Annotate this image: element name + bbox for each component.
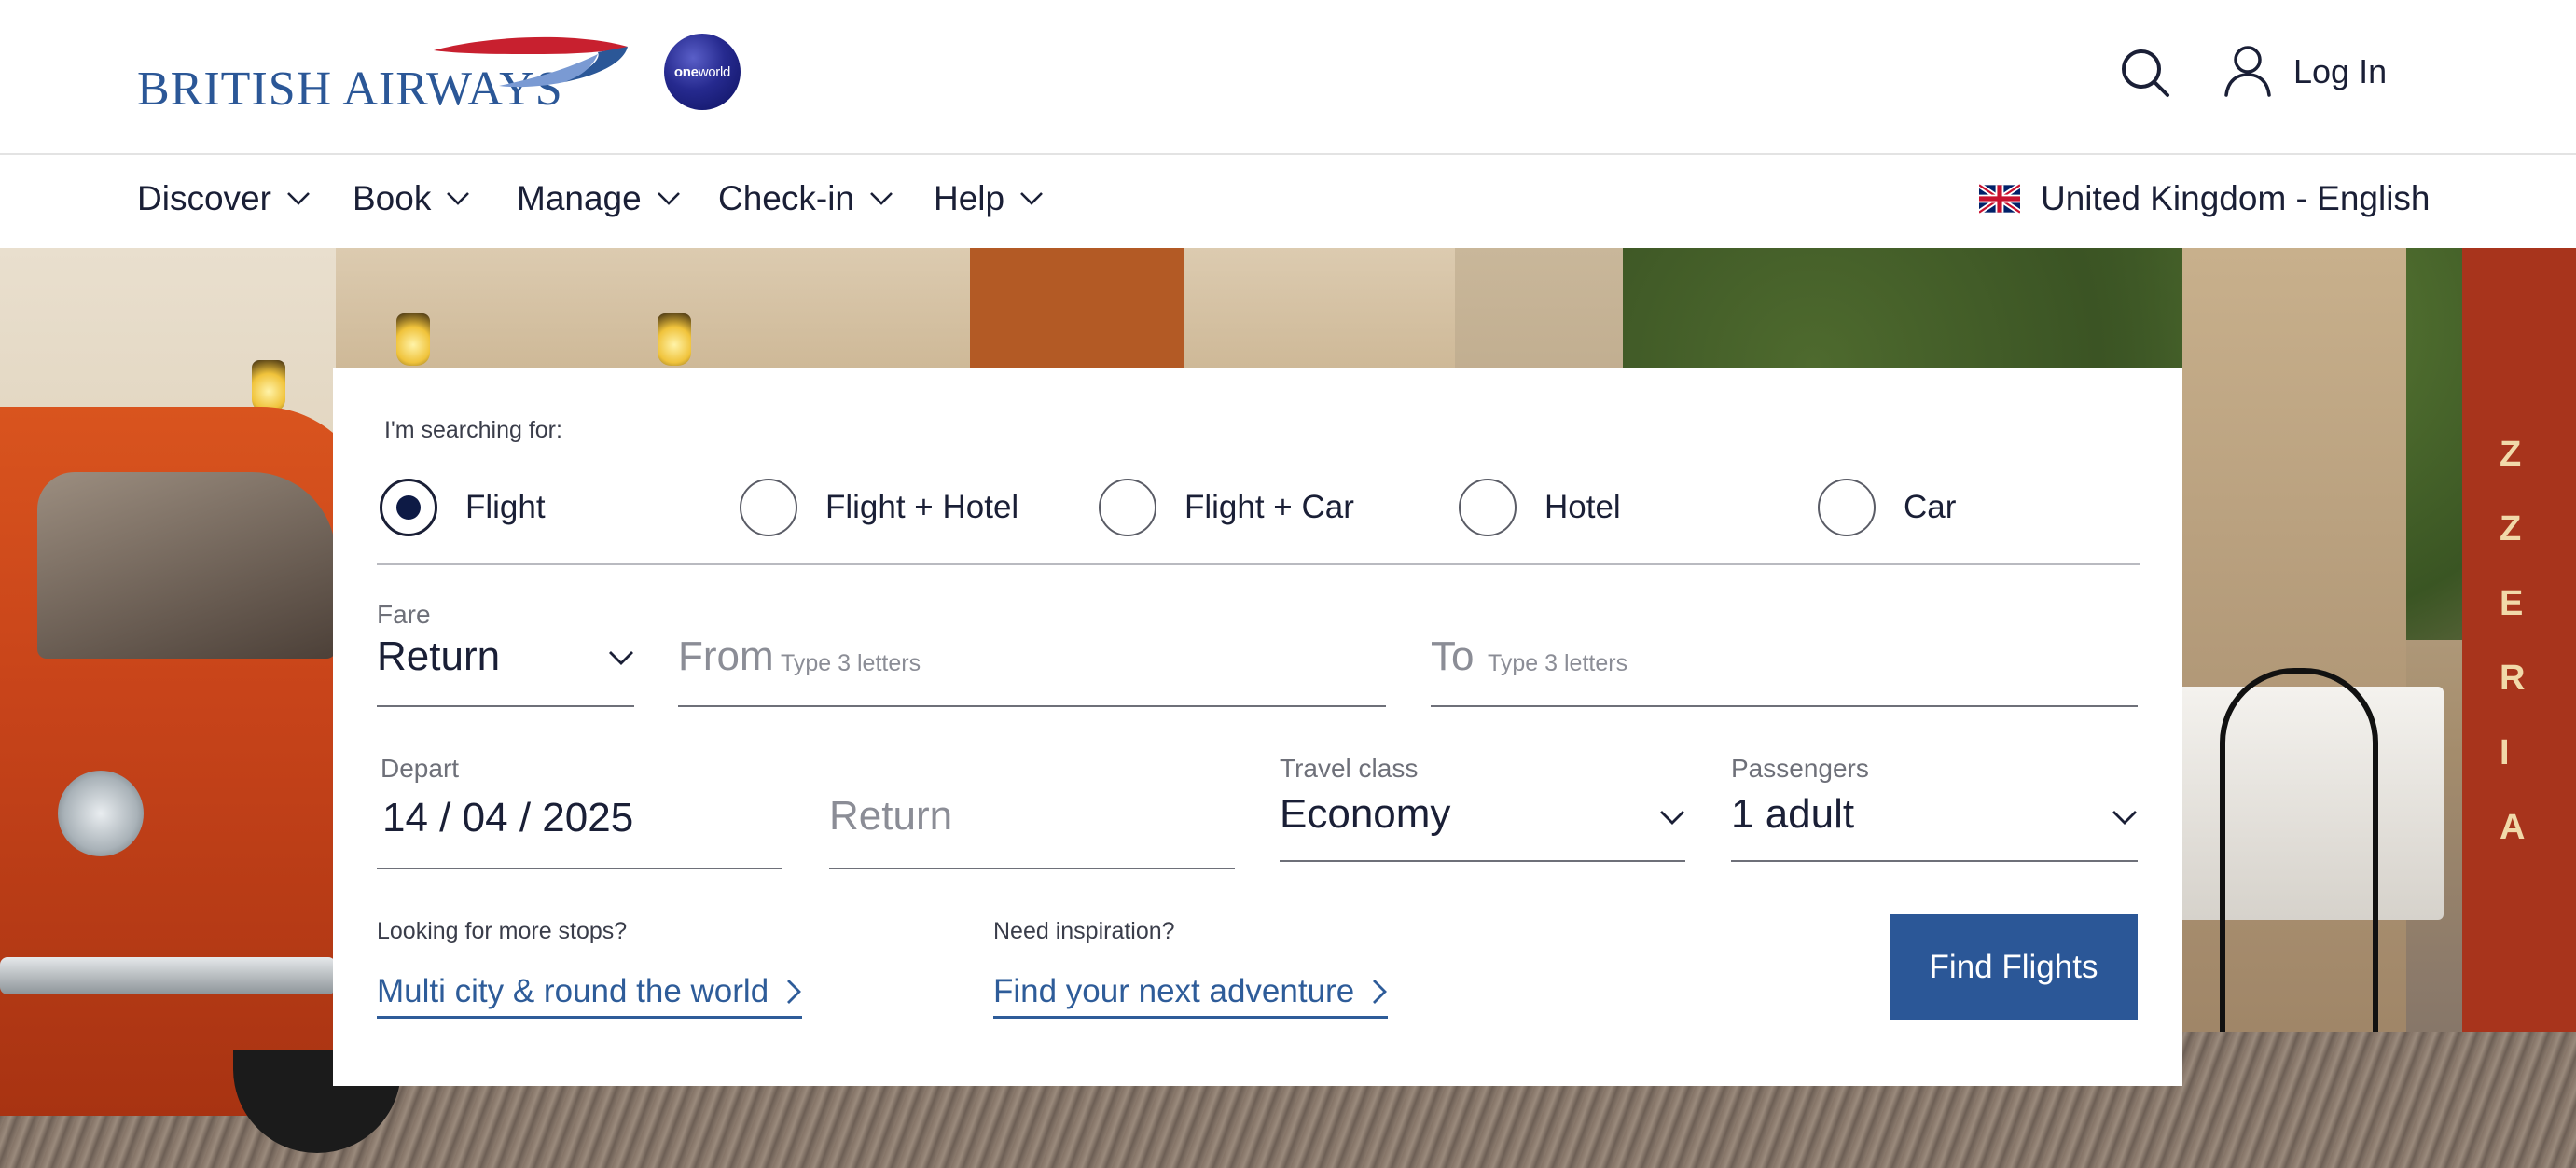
oneworld-badge: oneworld <box>664 34 741 110</box>
speedmarque-logo-icon <box>434 36 628 88</box>
fare-label: Fare <box>377 600 431 629</box>
depart-date-value: 14 / 04 / 2025 <box>382 795 634 841</box>
nav-item-checkin[interactable]: Check-in <box>718 179 893 218</box>
from-field[interactable]: From Type 3 letters <box>678 600 1386 707</box>
fare-value: Return <box>377 633 501 679</box>
login-link[interactable]: Log In <box>2293 52 2387 91</box>
passengers-value: 1 adult <box>1731 791 1855 837</box>
from-label: From <box>678 633 774 679</box>
radio-label: Flight <box>465 489 546 525</box>
locale-selector[interactable]: United Kingdom - English <box>1979 179 2431 218</box>
radio-label: Flight + Hotel <box>825 489 1019 525</box>
radio-car[interactable]: Car <box>1818 479 1956 536</box>
depart-month: 04 <box>462 795 508 841</box>
radio-button[interactable] <box>1818 479 1876 536</box>
chevron-down-icon <box>447 192 470 205</box>
fare-select[interactable]: Fare Return <box>377 600 634 707</box>
nav-item-help[interactable]: Help <box>934 179 1044 218</box>
to-field[interactable]: To Type 3 letters <box>1431 600 2138 707</box>
uk-flag-icon <box>1979 182 2020 216</box>
radio-label: Car <box>1904 489 1957 525</box>
main-nav: Discover Book Manage Check-in Help Unite… <box>0 155 2576 248</box>
divider <box>377 563 2140 565</box>
find-flights-button[interactable]: Find Flights <box>1890 914 2138 1020</box>
more-stops-prompt: Looking for more stops? <box>377 918 628 944</box>
chevron-down-icon <box>287 192 310 205</box>
return-date-field[interactable]: Return <box>829 754 1235 869</box>
radio-flight-car[interactable]: Flight + Car <box>1099 479 1354 536</box>
site-header: BRITISH AIRWAYS oneworld Log In <box>0 0 2576 155</box>
chevron-right-icon <box>787 980 802 1004</box>
depart-year: 2025 <box>542 795 634 841</box>
radio-label: Flight + Car <box>1184 489 1354 525</box>
to-label: To <box>1431 633 1475 679</box>
radio-button[interactable] <box>1099 479 1156 536</box>
depart-label: Depart <box>381 754 460 783</box>
inspiration-link[interactable]: Find your next adventure <box>993 973 1389 1019</box>
flight-search-card: I'm searching for: Flight Flight + Hotel… <box>333 368 2182 1086</box>
chevron-down-icon <box>2112 811 2137 825</box>
nav-label: Check-in <box>718 179 854 217</box>
inspiration-link-label: Find your next adventure <box>993 973 1355 1009</box>
depart-date-field[interactable]: Depart 14 / 04 / 2025 <box>377 754 782 869</box>
search-type-group: Flight Flight + Hotel Flight + Car Hotel… <box>380 479 2142 544</box>
passengers-select[interactable]: Passengers 1 adult <box>1731 754 2138 862</box>
passengers-label: Passengers <box>1731 754 1869 783</box>
nav-item-manage[interactable]: Manage <box>517 179 681 218</box>
travel-class-label: Travel class <box>1280 754 1419 783</box>
chevron-down-icon <box>657 192 680 205</box>
nav-label: Book <box>353 179 432 217</box>
to-placeholder: Type 3 letters <box>1488 650 1628 676</box>
multi-city-link-label: Multi city & round the world <box>377 973 769 1009</box>
chevron-down-icon <box>609 651 633 665</box>
chevron-down-icon <box>1660 811 1684 825</box>
nav-item-discover[interactable]: Discover <box>137 179 311 218</box>
chevron-down-icon <box>870 192 893 205</box>
radio-button[interactable] <box>740 479 797 536</box>
radio-label: Hotel <box>1544 489 1621 525</box>
chevron-right-icon <box>1373 980 1388 1004</box>
return-placeholder: Return <box>829 793 953 839</box>
chevron-down-icon <box>1020 192 1044 205</box>
nav-label: Manage <box>517 179 642 217</box>
multi-city-link[interactable]: Multi city & round the world <box>377 973 803 1019</box>
depart-day: 14 <box>382 795 428 841</box>
radio-flight-hotel[interactable]: Flight + Hotel <box>740 479 1018 536</box>
radio-flight[interactable]: Flight <box>380 479 546 536</box>
searching-for-label: I'm searching for: <box>384 417 562 443</box>
search-icon[interactable] <box>2119 47 2171 99</box>
radio-button[interactable] <box>1459 479 1517 536</box>
radio-hotel[interactable]: Hotel <box>1459 479 1621 536</box>
nav-label: Discover <box>137 179 271 217</box>
locale-label: United Kingdom - English <box>2041 179 2431 217</box>
travel-class-select[interactable]: Travel class Economy <box>1280 754 1685 862</box>
inspiration-prompt: Need inspiration? <box>993 918 1175 944</box>
nav-item-book[interactable]: Book <box>353 179 470 218</box>
nav-label: Help <box>934 179 1005 217</box>
user-icon[interactable] <box>2223 45 2272 97</box>
radio-button-selected[interactable] <box>380 479 437 536</box>
from-placeholder: Type 3 letters <box>781 650 921 676</box>
travel-class-value: Economy <box>1280 791 1451 837</box>
